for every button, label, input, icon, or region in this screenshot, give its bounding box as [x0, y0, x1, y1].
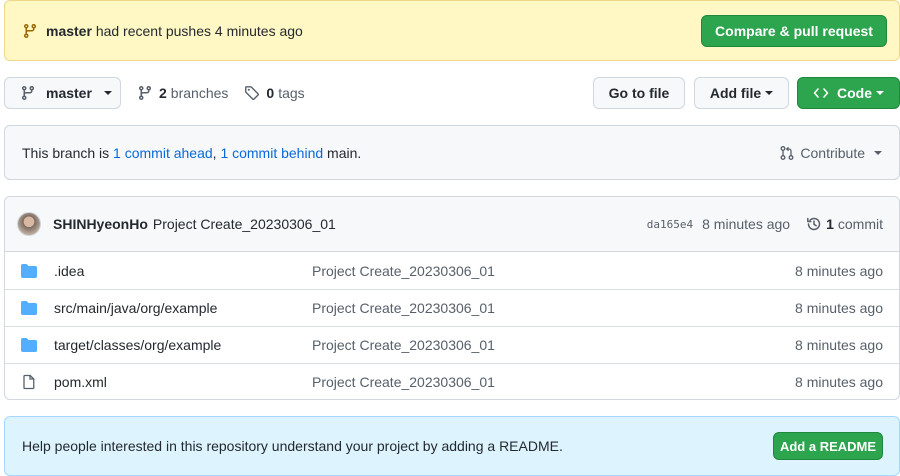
file-listing: SHINHyeonHo Project Create_20230306_01 d… [4, 196, 900, 400]
commit-history-link[interactable]: 1 commit [806, 216, 883, 232]
branch-status-box: This branch is 1 commit ahead, 1 commit … [4, 125, 900, 180]
compare-pull-request-button[interactable]: Compare & pull request [701, 14, 887, 47]
commit-count: 1 [826, 216, 834, 232]
tags-count: 0 [266, 85, 275, 101]
file-age: 8 minutes ago [795, 300, 883, 316]
file-name[interactable]: pom.xml [54, 374, 312, 390]
go-to-file-button[interactable]: Go to file [593, 77, 685, 109]
contribute-dropdown[interactable]: Contribute [779, 145, 882, 161]
file-age: 8 minutes ago [795, 262, 883, 279]
folder-icon [21, 301, 37, 315]
file-age: 8 minutes ago [795, 374, 883, 390]
add-file-label: Add file [709, 85, 762, 101]
avatar[interactable] [17, 212, 41, 236]
file-icon [23, 374, 35, 390]
caret-down-icon [103, 91, 112, 95]
branch-status-separator: , [212, 144, 217, 161]
file-name[interactable]: src/main/java/org/example [54, 300, 312, 316]
commit-message[interactable]: Project Create_20230306_01 [153, 216, 647, 232]
latest-commit-bar: SHINHyeonHo Project Create_20230306_01 d… [5, 197, 899, 252]
file-rows: .idea Project Create_20230306_01 8 minut… [5, 252, 899, 399]
push-branch-name[interactable]: master [46, 23, 92, 39]
branch-status-prefix: This branch is [22, 144, 110, 161]
file-commit-message[interactable]: Project Create_20230306_01 [312, 337, 795, 353]
base-branch-name: main. [327, 144, 362, 161]
recent-push-banner: master had recent pushes 4 minutes ago C… [4, 0, 900, 61]
code-icon [813, 88, 829, 98]
file-age: 8 minutes ago [795, 337, 883, 353]
caret-down-icon [765, 91, 774, 95]
history-icon [807, 217, 821, 231]
branches-label: branches [170, 85, 229, 101]
commits-ahead-link[interactable]: 1 commit ahead [113, 145, 213, 161]
git-branch-icon [138, 86, 151, 101]
file-commit-message[interactable]: Project Create_20230306_01 [312, 300, 795, 316]
caret-down-icon [876, 91, 884, 95]
contribute-label: Contribute [800, 144, 865, 161]
commit-count-label: commit [837, 216, 883, 232]
commit-age: 8 minutes ago [702, 216, 791, 232]
tags-label: tags [278, 85, 305, 101]
add-file-button[interactable]: Add file [694, 77, 789, 109]
tag-icon [245, 86, 260, 100]
code-button[interactable]: Code [797, 77, 900, 109]
table-row[interactable]: target/classes/org/example Project Creat… [5, 326, 899, 363]
git-pull-request-icon [780, 145, 794, 160]
git-branch-icon [23, 23, 36, 38]
table-row[interactable]: pom.xml Project Create_20230306_01 8 min… [5, 363, 899, 399]
push-message: master had recent pushes 4 minutes ago [46, 23, 701, 39]
branch-status-text: This branch is 1 commit ahead, 1 commit … [22, 145, 779, 161]
branch-select-label: master [46, 85, 92, 101]
file-commit-message[interactable]: Project Create_20230306_01 [312, 374, 795, 390]
file-name[interactable]: target/classes/org/example [54, 337, 312, 353]
branches-link[interactable]: 2 branches [137, 85, 228, 101]
readme-prompt-text: Help people interested in this repositor… [22, 438, 563, 454]
push-message-text: had recent pushes 4 minutes ago [95, 22, 303, 39]
tags-link[interactable]: 0 tags [244, 85, 305, 101]
repo-toolbar: master 2 branches 0 tags Go to file Add … [4, 77, 900, 109]
branches-count: 2 [159, 85, 167, 101]
commit-author[interactable]: SHINHyeonHo [53, 216, 148, 232]
table-row[interactable]: src/main/java/org/example Project Create… [5, 289, 899, 326]
add-readme-banner: Help people interested in this repositor… [4, 416, 900, 476]
commit-sha[interactable]: da165e4 [647, 218, 693, 231]
folder-icon [21, 338, 37, 352]
branch-select-button[interactable]: master [4, 77, 121, 109]
table-row[interactable]: .idea Project Create_20230306_01 8 minut… [5, 252, 899, 289]
code-label: Code [837, 85, 872, 101]
add-readme-button[interactable]: Add a README [773, 432, 883, 460]
git-branch-icon [21, 86, 34, 101]
file-name[interactable]: .idea [54, 263, 312, 279]
caret-down-icon [874, 150, 882, 155]
commits-behind-link[interactable]: 1 commit behind [220, 145, 323, 161]
file-commit-message[interactable]: Project Create_20230306_01 [312, 263, 795, 279]
folder-icon [21, 263, 37, 278]
